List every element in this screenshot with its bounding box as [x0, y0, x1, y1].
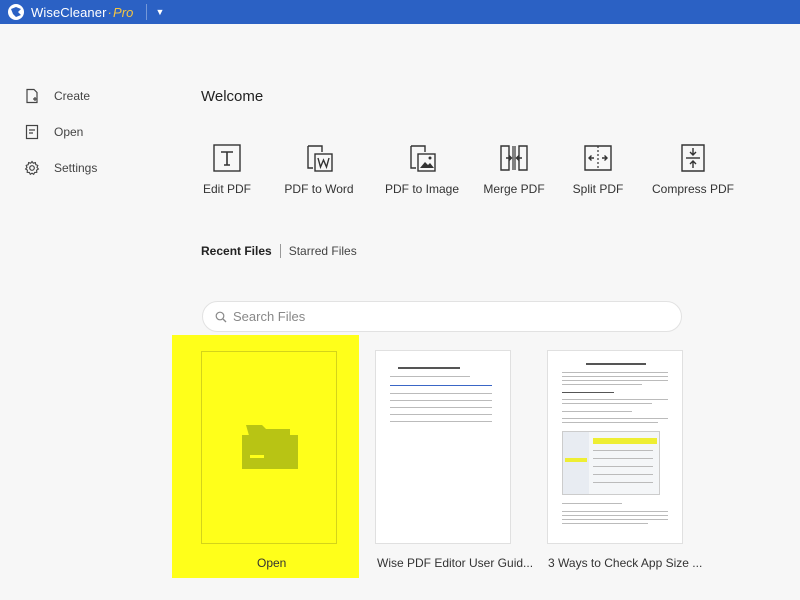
image-convert-icon — [410, 145, 436, 172]
file-tabs: Recent Files Starred Files — [201, 244, 357, 258]
tab-recent-files[interactable]: Recent Files — [201, 244, 272, 258]
edition-label: Pro — [112, 4, 134, 20]
doc-toc-line — [390, 400, 492, 401]
doc-text-line — [562, 523, 648, 524]
doc-heading-line — [562, 392, 614, 393]
doc-text-line — [562, 503, 622, 504]
doc-text-line — [562, 418, 668, 419]
sidebar-item-open[interactable]: Open — [24, 120, 83, 144]
pdf-to-image-button[interactable]: PDF to Image — [382, 142, 462, 196]
doc-title-line — [586, 363, 646, 365]
title-bar: WiseCleaner·Pro ▼ — [0, 0, 800, 24]
doc-text-line — [562, 422, 658, 423]
doc-text-line — [562, 519, 668, 520]
edit-pdf-button[interactable]: Edit PDF — [202, 142, 252, 196]
page-title: Welcome — [201, 88, 264, 105]
pdf-to-word-button[interactable]: PDF to Word — [282, 142, 356, 196]
doc-text-line — [562, 380, 668, 381]
doc-text-line — [562, 403, 652, 404]
doc-text-line — [562, 372, 668, 373]
doc-text-line — [562, 384, 642, 385]
sidebar-item-create[interactable]: Create — [24, 84, 90, 108]
sidebar: Create Open Settings — [0, 24, 170, 600]
doc-screenshot-image — [562, 431, 660, 495]
doc-text-line — [390, 376, 470, 377]
merge-pdf-button[interactable]: Merge PDF — [483, 142, 545, 196]
folder-icon — [242, 425, 298, 469]
recent-file-thumbnail[interactable] — [547, 350, 683, 544]
compress-pdf-button[interactable]: Compress PDF — [652, 142, 734, 196]
wisecleaner-logo-icon — [7, 3, 25, 21]
title-separator — [146, 4, 148, 20]
doc-toc-line — [390, 407, 492, 408]
sidebar-item-settings[interactable]: Settings — [24, 156, 97, 180]
tab-starred-files[interactable]: Starred Files — [289, 244, 357, 258]
split-pdf-button[interactable]: Split PDF — [572, 142, 624, 196]
open-card-label: Open — [257, 556, 287, 570]
title-menu-dropdown-icon[interactable]: ▼ — [155, 7, 164, 17]
open-file-icon — [25, 124, 39, 140]
recent-file-thumbnail[interactable] — [375, 350, 511, 544]
gear-icon — [24, 160, 40, 176]
doc-text-line — [562, 399, 668, 400]
open-file-card[interactable]: Open — [172, 335, 359, 578]
search-input[interactable] — [233, 309, 653, 324]
recent-file-label: Wise PDF Editor User Guid... — [377, 556, 534, 570]
create-file-icon — [26, 88, 38, 104]
doc-rule-line — [390, 385, 492, 386]
sidebar-item-label: Create — [54, 89, 91, 103]
compress-icon — [681, 144, 705, 172]
doc-text-line — [562, 376, 668, 377]
text-edit-icon — [213, 144, 241, 172]
doc-text-line — [562, 511, 668, 512]
merge-icon — [500, 145, 528, 171]
split-icon — [584, 145, 612, 171]
recent-file-label: 3 Ways to Check App Size ... — [548, 556, 703, 570]
doc-text-line — [562, 411, 632, 412]
sidebar-item-label: Settings — [54, 161, 98, 175]
doc-toc-line — [390, 393, 492, 394]
sidebar-item-label: Open — [54, 125, 84, 139]
app-title: WiseCleaner·Pro — [31, 4, 134, 20]
doc-toc-line — [390, 414, 492, 415]
tab-divider — [279, 244, 281, 258]
search-bar — [202, 301, 682, 332]
word-convert-icon — [307, 145, 333, 172]
doc-toc-line — [390, 421, 492, 422]
search-icon — [215, 311, 227, 322]
doc-title-line — [398, 367, 460, 369]
doc-text-line — [562, 515, 668, 516]
